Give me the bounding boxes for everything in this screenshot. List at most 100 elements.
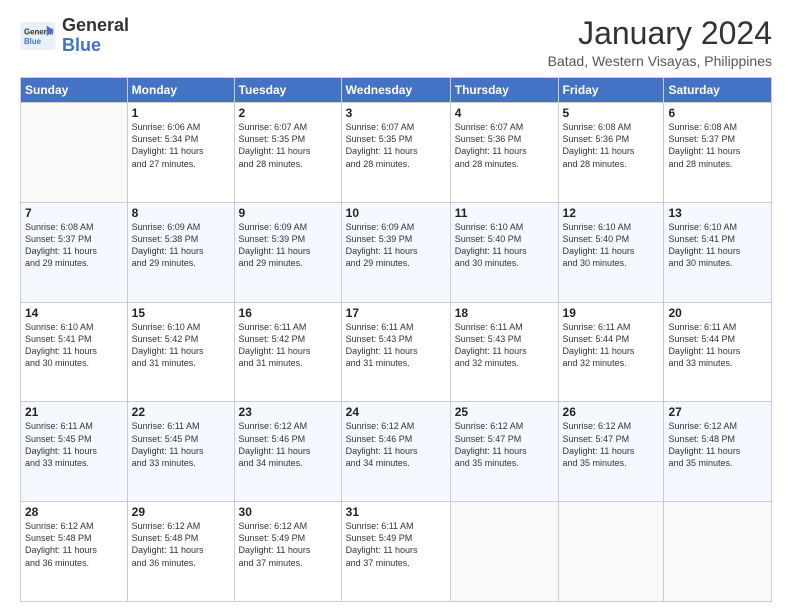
calendar-day-header: Tuesday bbox=[234, 78, 341, 103]
calendar-week-row: 7Sunrise: 6:08 AM Sunset: 5:37 PM Daylig… bbox=[21, 202, 772, 302]
calendar-cell: 13Sunrise: 6:10 AM Sunset: 5:41 PM Dayli… bbox=[664, 202, 772, 302]
day-number: 5 bbox=[563, 106, 660, 120]
day-number: 28 bbox=[25, 505, 123, 519]
day-number: 24 bbox=[346, 405, 446, 419]
day-number: 18 bbox=[455, 306, 554, 320]
day-info: Sunrise: 6:12 AM Sunset: 5:49 PM Dayligh… bbox=[239, 520, 337, 569]
day-number: 9 bbox=[239, 206, 337, 220]
day-info: Sunrise: 6:11 AM Sunset: 5:49 PM Dayligh… bbox=[346, 520, 446, 569]
day-number: 15 bbox=[132, 306, 230, 320]
day-info: Sunrise: 6:10 AM Sunset: 5:41 PM Dayligh… bbox=[668, 221, 767, 270]
day-info: Sunrise: 6:09 AM Sunset: 5:39 PM Dayligh… bbox=[239, 221, 337, 270]
calendar-week-row: 28Sunrise: 6:12 AM Sunset: 5:48 PM Dayli… bbox=[21, 502, 772, 602]
day-info: Sunrise: 6:12 AM Sunset: 5:48 PM Dayligh… bbox=[668, 420, 767, 469]
day-info: Sunrise: 6:09 AM Sunset: 5:39 PM Dayligh… bbox=[346, 221, 446, 270]
calendar-cell: 15Sunrise: 6:10 AM Sunset: 5:42 PM Dayli… bbox=[127, 302, 234, 402]
day-number: 10 bbox=[346, 206, 446, 220]
day-info: Sunrise: 6:11 AM Sunset: 5:44 PM Dayligh… bbox=[668, 321, 767, 370]
calendar-cell bbox=[558, 502, 664, 602]
day-number: 1 bbox=[132, 106, 230, 120]
day-info: Sunrise: 6:07 AM Sunset: 5:36 PM Dayligh… bbox=[455, 121, 554, 170]
day-info: Sunrise: 6:12 AM Sunset: 5:47 PM Dayligh… bbox=[563, 420, 660, 469]
calendar-cell: 14Sunrise: 6:10 AM Sunset: 5:41 PM Dayli… bbox=[21, 302, 128, 402]
day-number: 17 bbox=[346, 306, 446, 320]
calendar-day-header: Monday bbox=[127, 78, 234, 103]
day-number: 29 bbox=[132, 505, 230, 519]
day-info: Sunrise: 6:11 AM Sunset: 5:42 PM Dayligh… bbox=[239, 321, 337, 370]
subtitle: Batad, Western Visayas, Philippines bbox=[548, 53, 772, 69]
day-number: 2 bbox=[239, 106, 337, 120]
calendar-cell: 26Sunrise: 6:12 AM Sunset: 5:47 PM Dayli… bbox=[558, 402, 664, 502]
day-number: 8 bbox=[132, 206, 230, 220]
calendar-cell: 4Sunrise: 6:07 AM Sunset: 5:36 PM Daylig… bbox=[450, 103, 558, 203]
day-info: Sunrise: 6:11 AM Sunset: 5:45 PM Dayligh… bbox=[25, 420, 123, 469]
day-info: Sunrise: 6:08 AM Sunset: 5:36 PM Dayligh… bbox=[563, 121, 660, 170]
page: General Blue General Blue January 2024 B… bbox=[0, 0, 792, 612]
calendar-cell: 12Sunrise: 6:10 AM Sunset: 5:40 PM Dayli… bbox=[558, 202, 664, 302]
calendar-cell: 23Sunrise: 6:12 AM Sunset: 5:46 PM Dayli… bbox=[234, 402, 341, 502]
day-info: Sunrise: 6:10 AM Sunset: 5:40 PM Dayligh… bbox=[455, 221, 554, 270]
day-info: Sunrise: 6:12 AM Sunset: 5:48 PM Dayligh… bbox=[25, 520, 123, 569]
calendar-cell: 21Sunrise: 6:11 AM Sunset: 5:45 PM Dayli… bbox=[21, 402, 128, 502]
calendar-cell: 9Sunrise: 6:09 AM Sunset: 5:39 PM Daylig… bbox=[234, 202, 341, 302]
calendar-cell: 29Sunrise: 6:12 AM Sunset: 5:48 PM Dayli… bbox=[127, 502, 234, 602]
calendar-cell: 16Sunrise: 6:11 AM Sunset: 5:42 PM Dayli… bbox=[234, 302, 341, 402]
day-info: Sunrise: 6:10 AM Sunset: 5:40 PM Dayligh… bbox=[563, 221, 660, 270]
calendar-week-row: 1Sunrise: 6:06 AM Sunset: 5:34 PM Daylig… bbox=[21, 103, 772, 203]
day-number: 11 bbox=[455, 206, 554, 220]
day-info: Sunrise: 6:09 AM Sunset: 5:38 PM Dayligh… bbox=[132, 221, 230, 270]
logo: General Blue General Blue bbox=[20, 16, 129, 56]
calendar-cell bbox=[664, 502, 772, 602]
calendar-cell: 1Sunrise: 6:06 AM Sunset: 5:34 PM Daylig… bbox=[127, 103, 234, 203]
day-number: 23 bbox=[239, 405, 337, 419]
day-number: 19 bbox=[563, 306, 660, 320]
day-number: 26 bbox=[563, 405, 660, 419]
calendar-cell: 8Sunrise: 6:09 AM Sunset: 5:38 PM Daylig… bbox=[127, 202, 234, 302]
day-number: 3 bbox=[346, 106, 446, 120]
day-info: Sunrise: 6:07 AM Sunset: 5:35 PM Dayligh… bbox=[346, 121, 446, 170]
day-info: Sunrise: 6:11 AM Sunset: 5:45 PM Dayligh… bbox=[132, 420, 230, 469]
day-number: 16 bbox=[239, 306, 337, 320]
day-number: 30 bbox=[239, 505, 337, 519]
calendar-cell: 20Sunrise: 6:11 AM Sunset: 5:44 PM Dayli… bbox=[664, 302, 772, 402]
day-info: Sunrise: 6:08 AM Sunset: 5:37 PM Dayligh… bbox=[25, 221, 123, 270]
day-info: Sunrise: 6:12 AM Sunset: 5:48 PM Dayligh… bbox=[132, 520, 230, 569]
title-block: January 2024 Batad, Western Visayas, Phi… bbox=[548, 16, 772, 69]
day-number: 6 bbox=[668, 106, 767, 120]
svg-text:Blue: Blue bbox=[24, 37, 42, 46]
logo-icon: General Blue bbox=[20, 22, 56, 50]
calendar-cell: 25Sunrise: 6:12 AM Sunset: 5:47 PM Dayli… bbox=[450, 402, 558, 502]
day-number: 13 bbox=[668, 206, 767, 220]
calendar-day-header: Friday bbox=[558, 78, 664, 103]
day-info: Sunrise: 6:11 AM Sunset: 5:44 PM Dayligh… bbox=[563, 321, 660, 370]
day-number: 21 bbox=[25, 405, 123, 419]
calendar-cell bbox=[21, 103, 128, 203]
calendar-day-header: Sunday bbox=[21, 78, 128, 103]
calendar-cell: 31Sunrise: 6:11 AM Sunset: 5:49 PM Dayli… bbox=[341, 502, 450, 602]
calendar-day-header: Thursday bbox=[450, 78, 558, 103]
calendar-week-row: 21Sunrise: 6:11 AM Sunset: 5:45 PM Dayli… bbox=[21, 402, 772, 502]
calendar-cell: 19Sunrise: 6:11 AM Sunset: 5:44 PM Dayli… bbox=[558, 302, 664, 402]
calendar-cell: 2Sunrise: 6:07 AM Sunset: 5:35 PM Daylig… bbox=[234, 103, 341, 203]
day-info: Sunrise: 6:08 AM Sunset: 5:37 PM Dayligh… bbox=[668, 121, 767, 170]
calendar-cell: 18Sunrise: 6:11 AM Sunset: 5:43 PM Dayli… bbox=[450, 302, 558, 402]
header: General Blue General Blue January 2024 B… bbox=[20, 16, 772, 69]
day-info: Sunrise: 6:11 AM Sunset: 5:43 PM Dayligh… bbox=[455, 321, 554, 370]
calendar-cell: 6Sunrise: 6:08 AM Sunset: 5:37 PM Daylig… bbox=[664, 103, 772, 203]
day-number: 20 bbox=[668, 306, 767, 320]
calendar-table: SundayMondayTuesdayWednesdayThursdayFrid… bbox=[20, 77, 772, 602]
calendar-header-row: SundayMondayTuesdayWednesdayThursdayFrid… bbox=[21, 78, 772, 103]
day-info: Sunrise: 6:12 AM Sunset: 5:46 PM Dayligh… bbox=[239, 420, 337, 469]
calendar-cell: 22Sunrise: 6:11 AM Sunset: 5:45 PM Dayli… bbox=[127, 402, 234, 502]
day-number: 7 bbox=[25, 206, 123, 220]
day-number: 22 bbox=[132, 405, 230, 419]
calendar-cell: 5Sunrise: 6:08 AM Sunset: 5:36 PM Daylig… bbox=[558, 103, 664, 203]
calendar-cell: 27Sunrise: 6:12 AM Sunset: 5:48 PM Dayli… bbox=[664, 402, 772, 502]
calendar-cell: 10Sunrise: 6:09 AM Sunset: 5:39 PM Dayli… bbox=[341, 202, 450, 302]
day-number: 27 bbox=[668, 405, 767, 419]
calendar-week-row: 14Sunrise: 6:10 AM Sunset: 5:41 PM Dayli… bbox=[21, 302, 772, 402]
day-info: Sunrise: 6:12 AM Sunset: 5:47 PM Dayligh… bbox=[455, 420, 554, 469]
calendar-cell: 17Sunrise: 6:11 AM Sunset: 5:43 PM Dayli… bbox=[341, 302, 450, 402]
day-number: 25 bbox=[455, 405, 554, 419]
day-number: 12 bbox=[563, 206, 660, 220]
